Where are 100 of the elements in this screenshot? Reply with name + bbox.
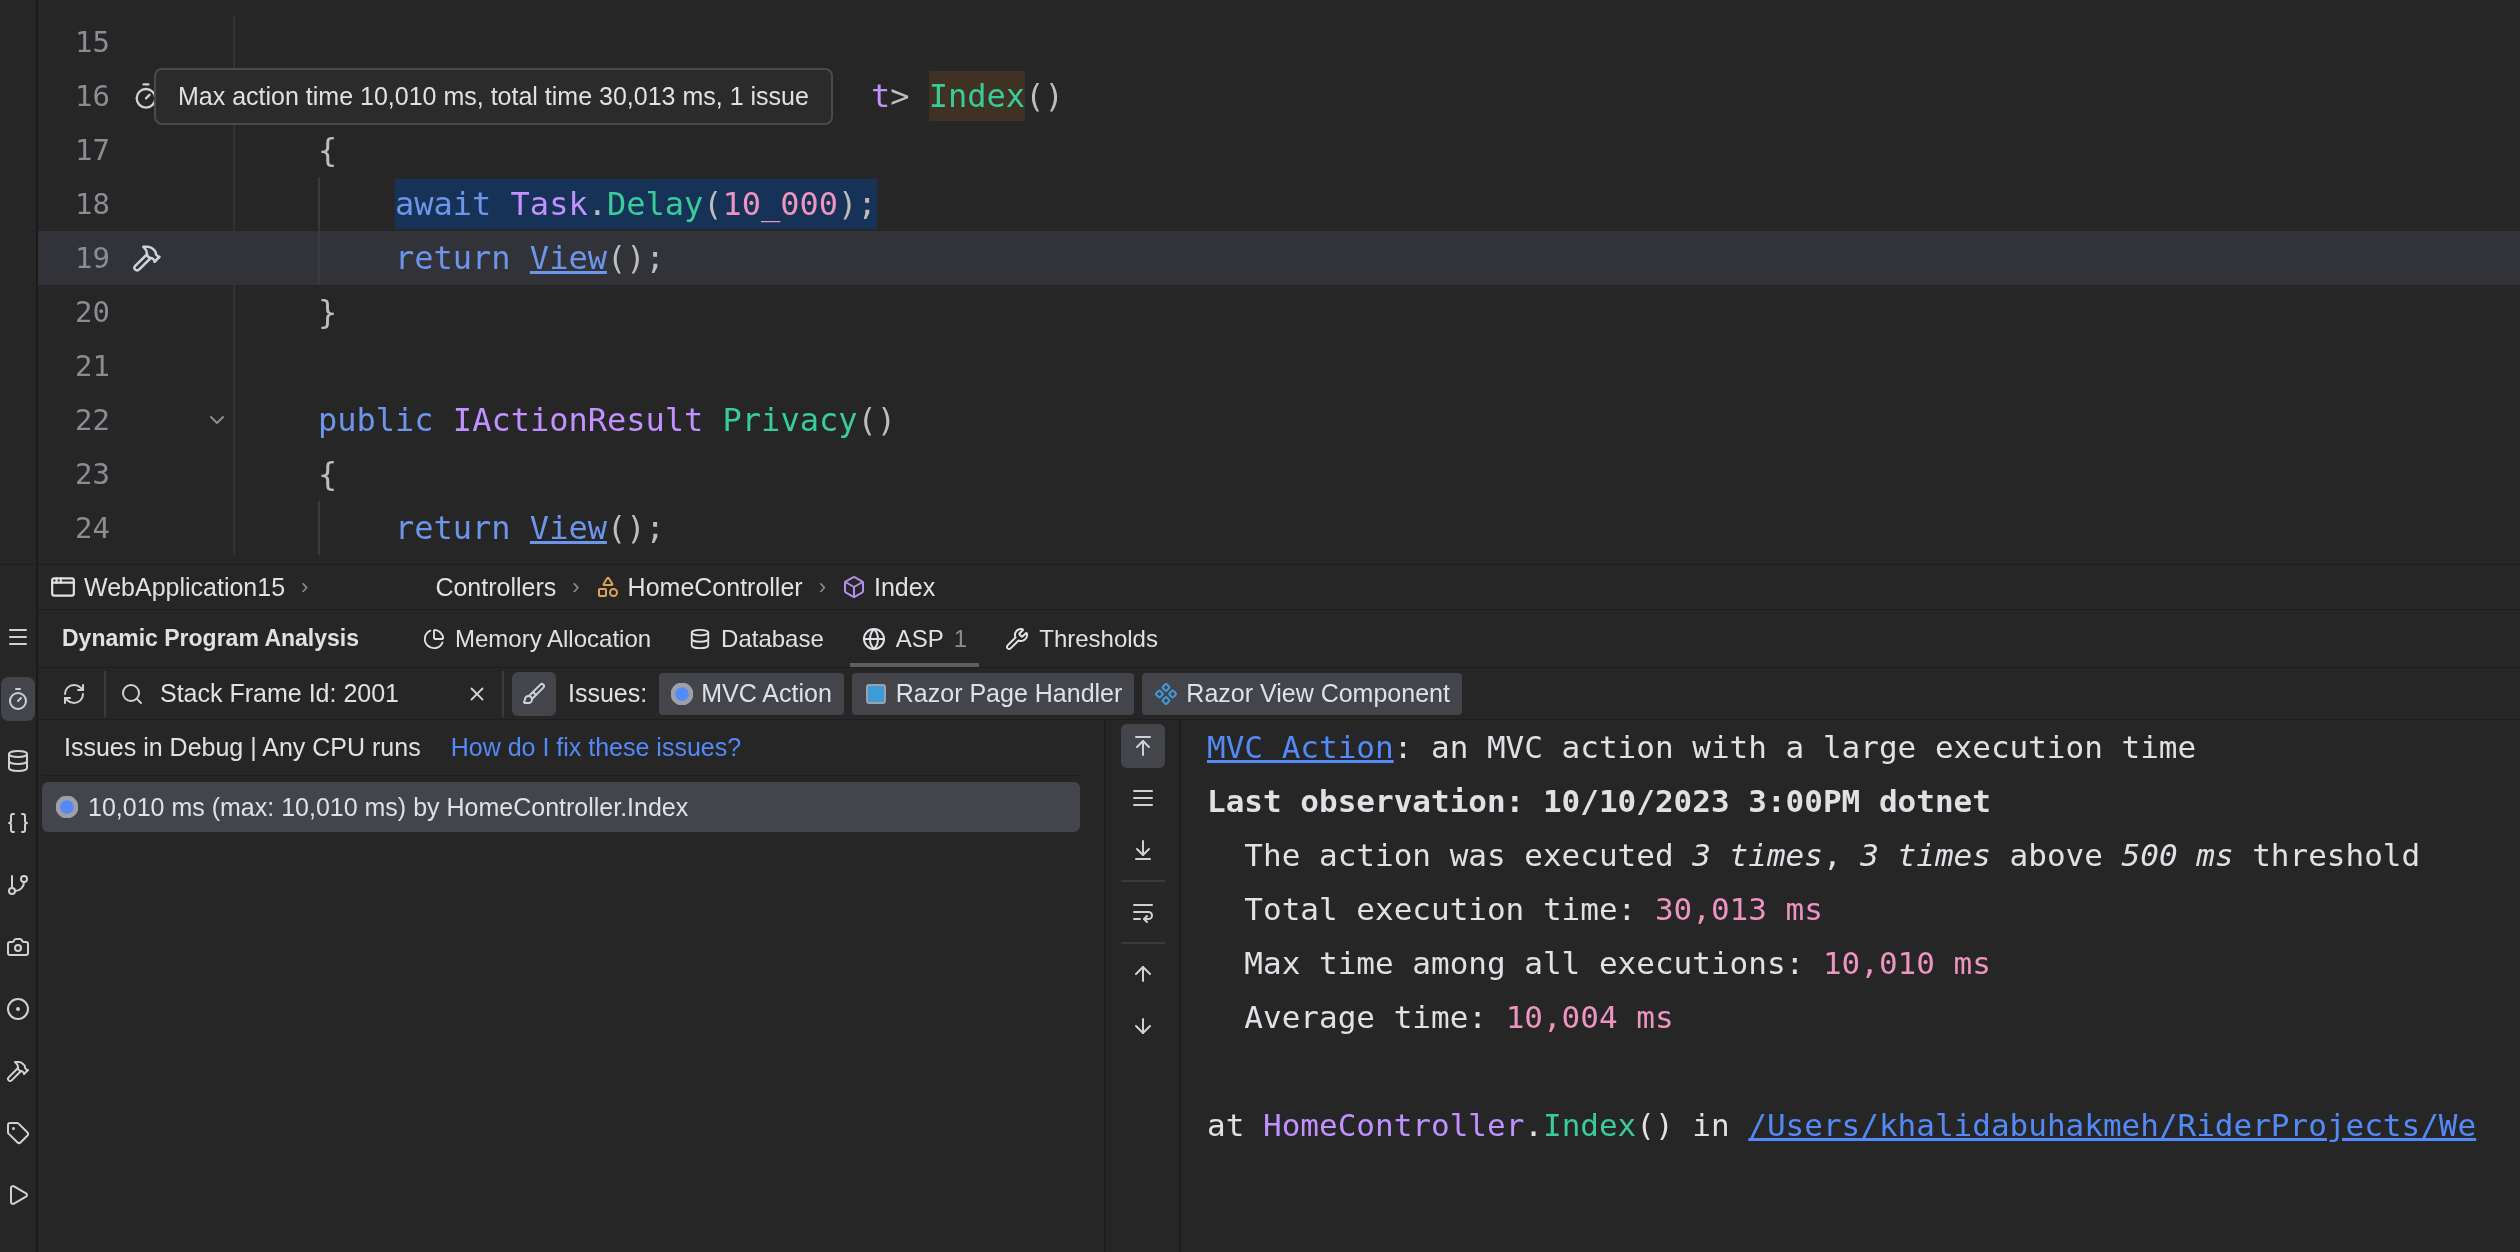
details-text: 10,010 ms [1822,945,1991,981]
details-text: 10,004 ms [1505,999,1674,1035]
details-text: The action was executed [1243,837,1675,873]
breadcrumb-item[interactable]: Index [842,572,936,602]
code-token: () [1025,76,1064,117]
code-token: return [395,238,512,279]
issue-row[interactable]: 10,010 ms (max: 10,010 ms) by HomeController.Index [42,782,1080,832]
search-icon [120,681,144,706]
pie-chart-icon [423,627,445,650]
hammer-icon [6,1059,30,1083]
line-number: 20 [74,295,110,329]
wrench-icon [1005,626,1030,651]
code-token[interactable]: View [529,233,607,283]
stopwatch-icon [6,687,30,711]
camera-icon [6,935,30,959]
database-icon [689,627,712,650]
code-token: . [587,179,607,229]
code-token: { [318,454,338,495]
database-icon [6,749,30,773]
code-token: public [318,400,435,441]
line-number: 23 [74,457,110,491]
breadcrumb-item[interactable]: WebApplication15 [50,572,286,602]
code-token: await [395,179,511,229]
code-token: IActionResult [452,400,705,441]
code-token[interactable]: View [529,503,607,553]
line-number: 19 [74,241,110,275]
code-token: Privacy [722,400,858,441]
details-text: Index [1542,1107,1637,1143]
breadcrumb-separator: › [817,574,827,600]
radio-icon [671,682,694,705]
code-token: t [871,76,891,117]
details-text: at [1207,1107,1246,1143]
link[interactable]: /Users/khalidabuhakmeh/RiderProjects/We [1748,1107,2477,1143]
details-text: 500 ms [2121,837,2234,873]
details-text: : an MVC action with a large execution time [1393,729,2197,765]
code-token: (); [606,238,665,279]
breadcrumb-separator: › [300,574,310,600]
breadcrumb-item[interactable]: HomeController [595,572,803,602]
details-text: Total execution time: [1243,891,1638,927]
filter-chip[interactable]: MVC Action [659,672,844,715]
details-text: 3 times [1860,837,1991,873]
line-number: 17 [74,133,110,167]
code-token: Task [510,179,588,229]
refresh-icon[interactable] [62,681,86,706]
branch-icon [6,873,30,897]
details-text: threshold [2251,837,2421,873]
issues-label: Issues: [568,679,648,708]
details-text: , [1822,837,1843,873]
tool-window-title: Dynamic Program Analysis [62,624,359,653]
brush-icon [522,681,546,706]
details-text: 30,013 ms [1654,891,1823,927]
details-text: Max time among all executions: [1243,945,1806,981]
tag-icon [6,1121,30,1145]
tab[interactable]: Thresholds [993,610,1170,667]
line-number: 24 [74,511,110,545]
code-token: { [318,130,338,171]
globe-icon [861,626,886,651]
code-token: Delay [606,179,704,229]
window-icon [50,574,76,600]
tab[interactable]: ASP 1 [849,610,980,667]
component-icon [1154,681,1179,706]
tab[interactable]: Database [677,610,836,667]
filter-chip[interactable]: Razor Page Handler [851,672,1135,715]
code-token: return [395,508,512,549]
line-number: 18 [74,187,110,221]
line-number: 22 [74,403,110,437]
code-token: () [857,400,896,441]
details-text: HomeController [1263,1107,1525,1143]
issue-icon [56,796,78,818]
details-text: Average time: [1243,999,1488,1035]
code-token: > [890,76,911,117]
details-text: 3 times [1692,837,1823,873]
hammer-icon[interactable] [132,243,162,273]
tab[interactable]: Memory Allocation [411,610,664,667]
code-token: Index [928,71,1026,121]
page-icon [863,681,888,706]
cube-icon [842,575,866,599]
code-token: ); [838,179,877,229]
tooltip: Max action time 10,010 ms, total time 30,013 ms, 1 issue [154,68,833,125]
link[interactable]: MVC Action [1207,729,1394,765]
code-token: (); [606,508,665,549]
code-token: 10_000 [722,179,839,229]
details-text: above [2008,837,2104,873]
code-token: } [318,292,338,333]
breadcrumb-separator: › [571,574,581,600]
brush-button[interactable] [512,671,556,716]
filter-chip[interactable]: Razor View Component [1142,672,1462,715]
line-number: 15 [74,25,110,59]
line-number: 16 [74,79,110,113]
class-icon [595,575,620,599]
details-text: Last observation: 10/10/2023 3:00PM dotnet [1207,783,1991,819]
help-link[interactable]: How do I fix these issues? [450,733,742,762]
breadcrumb-item[interactable]: Controllers [324,572,557,602]
search-input[interactable]: Stack Frame Id: 2001 [158,678,452,709]
code-token: ( [703,179,723,229]
line-number: 21 [74,349,110,383]
details-text: () in [1636,1107,1731,1143]
tool-window-button[interactable] [1,677,35,721]
side-tool-button[interactable] [1120,724,1165,768]
braces-icon [6,811,30,835]
